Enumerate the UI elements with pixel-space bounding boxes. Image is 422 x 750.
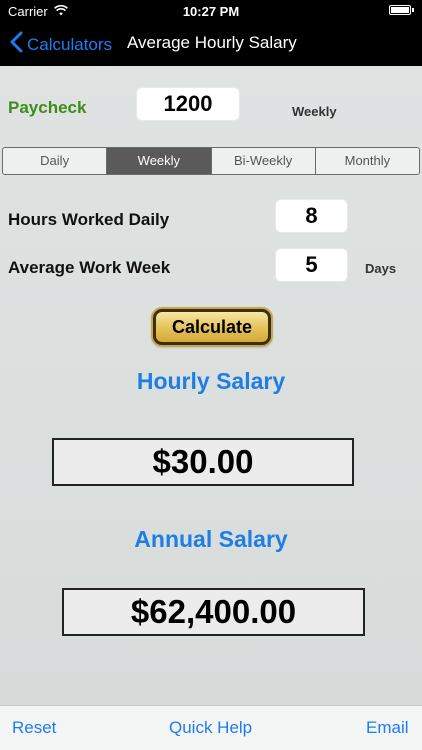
status-bar: Carrier 10:27 PM	[0, 0, 422, 22]
tab-label: Weekly	[137, 153, 181, 168]
quick-help-button[interactable]: Quick Help	[169, 718, 252, 738]
tab-label: Daily	[40, 153, 70, 168]
battery-icon	[389, 5, 411, 15]
tab-bi-weekly[interactable]: Bi-Weekly	[212, 148, 316, 174]
paycheck-period-label: Weekly	[292, 104, 337, 119]
tab-daily[interactable]: Daily	[3, 148, 108, 174]
work-week-input[interactable]: 5	[276, 249, 347, 281]
hourly-salary-title: Hourly Salary	[136, 368, 286, 394]
annual-salary-result: $62,400.00	[62, 588, 365, 636]
back-button-label: Calculators	[27, 34, 113, 54]
pay-frequency-segmented-control: Daily Weekly Bi-Weekly Monthly	[2, 147, 420, 175]
battery-level	[391, 7, 409, 13]
tab-label: Bi-Weekly	[233, 153, 293, 168]
paycheck-label: Paycheck	[8, 98, 87, 117]
status-time: 10:27 PM	[182, 4, 240, 19]
work-week-unit-label: Days	[365, 261, 397, 276]
battery-tip	[412, 8, 414, 12]
page-title: Average Hourly Salary	[127, 33, 297, 52]
calculator-panel: Paycheck 1200 Weekly Daily Weekly Bi-Wee…	[0, 66, 422, 705]
navigation-bar: Calculators Average Hourly Salary	[0, 22, 422, 66]
work-week-label: Average Work Week	[8, 258, 171, 277]
chevron-left-icon	[10, 31, 23, 58]
annual-salary-title: Annual Salary	[134, 526, 288, 552]
hourly-salary-result: $30.00	[52, 438, 354, 486]
bottom-toolbar: Reset Quick Help Email	[0, 705, 422, 750]
hours-worked-input[interactable]: 8	[276, 200, 347, 232]
tab-monthly[interactable]: Monthly	[316, 148, 419, 174]
email-button[interactable]: Email	[366, 718, 409, 738]
tab-weekly[interactable]: Weekly	[107, 148, 212, 174]
back-button[interactable]: Calculators	[10, 31, 112, 58]
reset-button[interactable]: Reset	[12, 718, 56, 738]
tab-label: Monthly	[344, 153, 391, 168]
hours-worked-label: Hours Worked Daily	[8, 210, 170, 229]
status-right	[389, 5, 414, 15]
paycheck-input[interactable]: 1200	[137, 88, 239, 120]
calculate-button[interactable]: Calculate	[153, 309, 271, 345]
